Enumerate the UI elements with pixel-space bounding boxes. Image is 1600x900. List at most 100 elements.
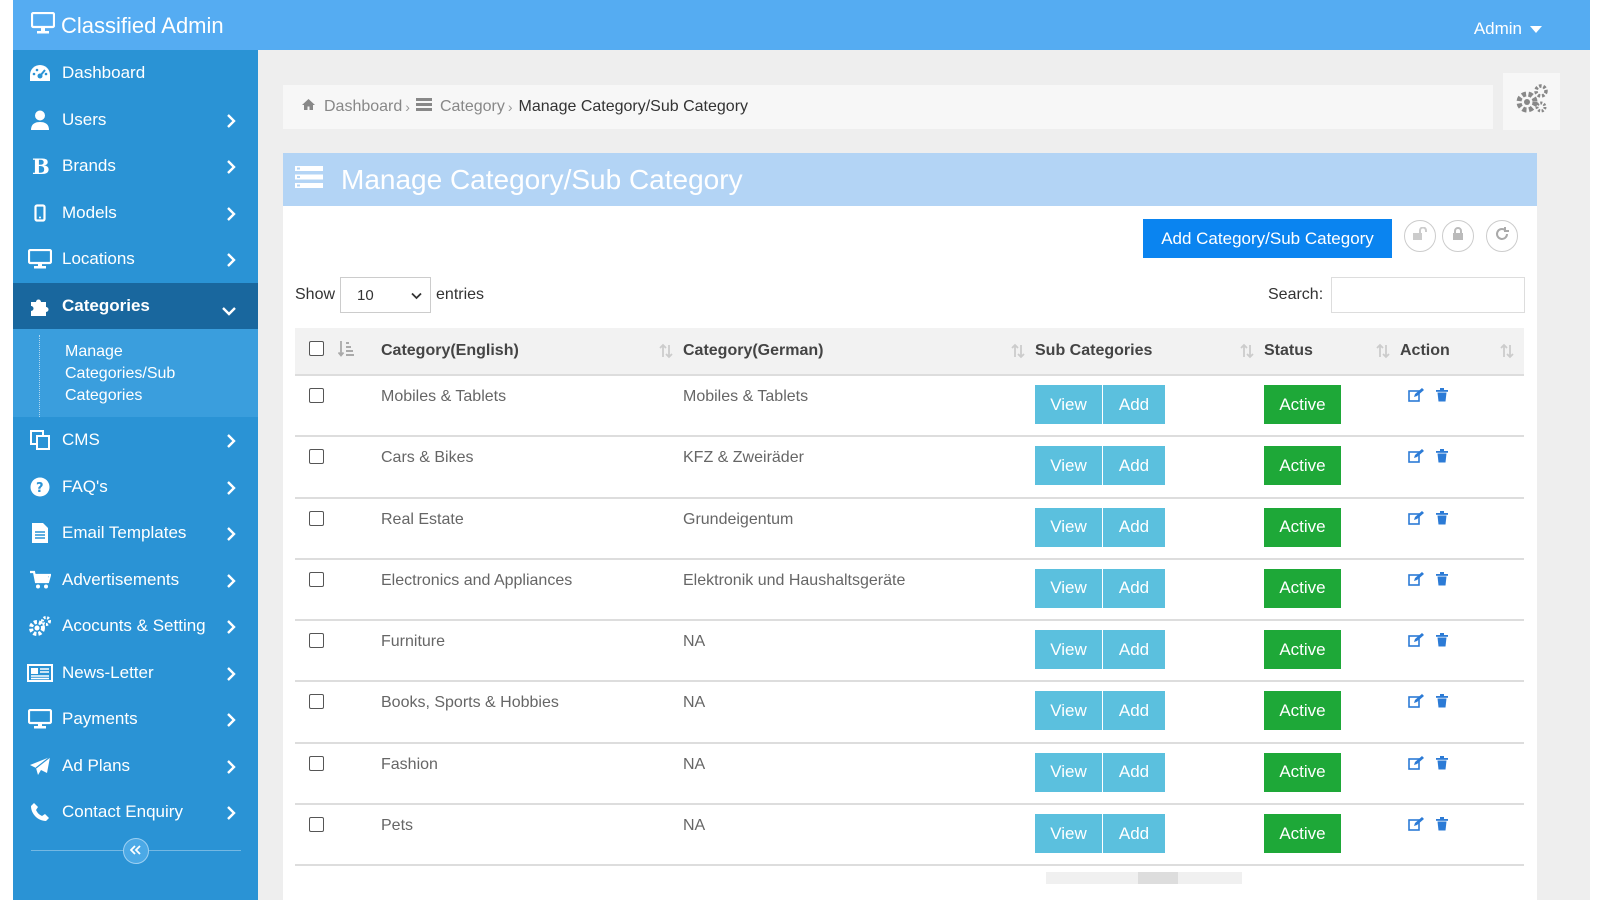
sidebar-item-dashboard[interactable]: Dashboard	[13, 50, 258, 97]
status-toggle-button[interactable]: Active	[1264, 691, 1341, 731]
header-category-german[interactable]: Category(German)	[683, 328, 1035, 376]
sidebar-item-accounts-setting[interactable]: Acocunts & Setting	[13, 603, 258, 650]
status-toggle-button[interactable]: Active	[1264, 630, 1341, 670]
sidebar-item-email-templates[interactable]: Email Templates	[13, 510, 258, 557]
status-toggle-button[interactable]: Active	[1264, 752, 1341, 792]
row-checkbox[interactable]	[309, 510, 324, 526]
settings-gear-button[interactable]	[1503, 73, 1560, 130]
row-checkbox[interactable]	[309, 755, 324, 771]
sidebar-item-contact-enquiry[interactable]: Contact Enquiry	[13, 789, 258, 836]
row-checkbox[interactable]	[309, 633, 324, 649]
row-checkbox[interactable]	[309, 694, 324, 710]
view-subcategories-button[interactable]: View	[1035, 446, 1102, 486]
view-subcategories-button[interactable]: View	[1035, 630, 1102, 670]
edit-icon[interactable]	[1408, 694, 1424, 709]
add-subcategory-button[interactable]: Add	[1103, 814, 1165, 854]
edit-icon[interactable]	[1408, 755, 1424, 770]
edit-icon[interactable]	[1408, 571, 1424, 586]
trash-icon[interactable]	[1436, 694, 1448, 708]
breadcrumb-category-label: Category	[439, 98, 505, 115]
table-row: Electronics and Appliances Elektronik un…	[295, 558, 1524, 622]
add-subcategory-button[interactable]: Add	[1103, 691, 1165, 731]
trash-icon[interactable]	[1436, 449, 1448, 463]
add-subcategory-button[interactable]: Add	[1103, 752, 1165, 792]
edit-icon[interactable]	[1408, 449, 1424, 464]
pagination-button[interactable]	[1138, 872, 1178, 884]
admin-user-menu[interactable]: Admin	[1474, 19, 1542, 39]
chevron-down-icon	[411, 287, 422, 304]
chevron-down-icon	[222, 301, 236, 321]
row-checkbox[interactable]	[309, 817, 324, 833]
trash-icon[interactable]	[1436, 633, 1448, 647]
sidebar-item-cms[interactable]: CMS	[13, 417, 258, 464]
sidebar-item-categories[interactable]: Categories	[13, 282, 270, 329]
add-subcategory-button[interactable]: Add	[1103, 446, 1165, 486]
trash-icon[interactable]	[1436, 388, 1448, 402]
cell-category-english: Electronics and Appliances	[381, 558, 683, 622]
add-subcategory-button[interactable]: Add	[1103, 385, 1165, 424]
view-subcategories-button[interactable]: View	[1035, 814, 1102, 854]
edit-icon[interactable]	[1408, 388, 1424, 402]
search-input[interactable]	[1331, 277, 1526, 313]
edit-icon[interactable]	[1408, 633, 1424, 647]
view-subcategories-button[interactable]: View	[1035, 691, 1102, 731]
lock-button[interactable]	[1442, 220, 1474, 252]
sidebar-item-newsletter[interactable]: News-Letter	[13, 650, 258, 697]
trash-icon[interactable]	[1436, 755, 1448, 770]
entries-select[interactable]: 10	[340, 277, 432, 313]
status-toggle-button[interactable]: Active	[1264, 568, 1341, 608]
table-row: Furniture NA View Add Active	[295, 620, 1524, 683]
sidebar-item-users[interactable]: Users	[13, 97, 258, 144]
row-checkbox[interactable]	[309, 571, 324, 587]
header-sub-categories[interactable]: Sub Categories	[1035, 328, 1264, 376]
sidebar-item-brands[interactable]: B Brands	[13, 143, 258, 190]
header-category-english[interactable]: Category(English)	[381, 328, 683, 376]
main-content: Dashboard › Category › Manage Category/S…	[258, 50, 1590, 900]
sidebar-item-ad-plans[interactable]: Ad Plans	[13, 743, 258, 790]
select-all-checkbox[interactable]	[309, 341, 324, 356]
row-index-cell	[338, 558, 381, 622]
row-checkbox[interactable]	[309, 388, 324, 403]
breadcrumb-category[interactable]: Category	[415, 98, 505, 116]
add-subcategory-button[interactable]: Add	[1103, 568, 1165, 608]
edit-icon[interactable]	[1408, 510, 1424, 525]
breadcrumb-home[interactable]: Dashboard	[301, 98, 402, 116]
view-subcategories-button[interactable]: View	[1035, 752, 1102, 792]
add-subcategory-button[interactable]: Add	[1103, 630, 1165, 670]
app-brand[interactable]: Classified Admin	[30, 11, 224, 39]
trash-icon[interactable]	[1436, 571, 1448, 586]
chevron-right-icon	[226, 113, 236, 133]
edit-icon[interactable]	[1408, 817, 1424, 831]
sidebar-collapse-button[interactable]	[123, 838, 149, 864]
copy-icon	[27, 429, 53, 451]
view-subcategories-button[interactable]: View	[1035, 568, 1102, 608]
status-toggle-button[interactable]: Active	[1264, 385, 1341, 424]
header-action[interactable]: Action	[1400, 328, 1524, 376]
refresh-button[interactable]	[1486, 220, 1518, 252]
sidebar-item-payments[interactable]: Payments	[13, 696, 258, 743]
add-category-button[interactable]: Add Category/Sub Category	[1143, 219, 1392, 258]
sidebar-label: Locations	[62, 249, 135, 269]
sidebar-item-advertisements[interactable]: Advertisements	[13, 557, 258, 604]
sidebar-item-faqs[interactable]: ? FAQ's	[13, 464, 258, 511]
chevron-right-icon	[226, 433, 236, 453]
status-toggle-button[interactable]: Active	[1264, 814, 1341, 854]
user-icon	[27, 110, 53, 130]
cell-category-german: NA	[683, 804, 1035, 867]
sidebar-item-locations[interactable]: Locations	[13, 236, 258, 283]
sidebar-item-models[interactable]: Models	[13, 190, 258, 237]
view-subcategories-button[interactable]: View	[1035, 385, 1102, 424]
sidebar-subitem-manage-categories[interactable]: Manage Categories/Sub Categories	[65, 341, 225, 407]
status-toggle-button[interactable]: Active	[1264, 507, 1341, 547]
table-row: Fashion NA View Add Active	[295, 742, 1524, 806]
status-toggle-button[interactable]: Active	[1264, 446, 1341, 486]
header-sort-index[interactable]	[337, 328, 381, 376]
list-icon	[295, 166, 323, 193]
row-checkbox[interactable]	[309, 449, 324, 465]
unlock-button[interactable]	[1404, 220, 1436, 252]
trash-icon[interactable]	[1436, 817, 1448, 831]
trash-icon[interactable]	[1436, 510, 1448, 525]
add-subcategory-button[interactable]: Add	[1103, 507, 1165, 547]
header-status[interactable]: Status	[1264, 328, 1400, 376]
view-subcategories-button[interactable]: View	[1035, 507, 1102, 547]
